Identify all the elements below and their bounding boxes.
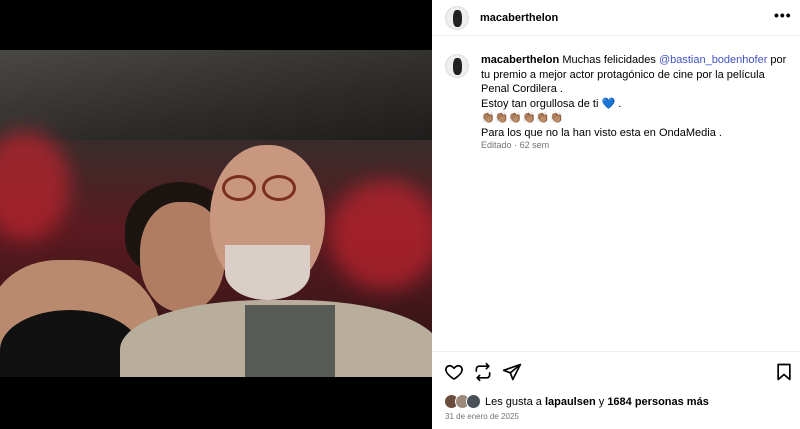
post-date[interactable]: 31 de enero de 2025 xyxy=(445,412,519,421)
photo-glasses xyxy=(262,175,296,201)
bookmark-icon[interactable] xyxy=(774,362,794,382)
heart-icon[interactable] xyxy=(444,362,464,382)
caption-username[interactable]: macaberthelon xyxy=(481,54,559,66)
post-header: macaberthelon ••• xyxy=(432,0,800,36)
likes-prefix: Les gusta a xyxy=(485,396,542,408)
likes-count[interactable]: 1684 personas más xyxy=(607,396,709,408)
avatar[interactable] xyxy=(445,6,469,30)
divider xyxy=(432,351,800,352)
liker-avatars[interactable] xyxy=(444,394,482,410)
comment-meta: Editado · 62 sem xyxy=(481,140,549,150)
caption-mention[interactable]: @bastian_bodenhofer xyxy=(659,54,767,66)
photo-glasses xyxy=(222,175,256,201)
photo-light xyxy=(0,130,70,240)
liker-username[interactable]: lapaulsen xyxy=(545,396,596,408)
photo-light xyxy=(330,180,432,290)
header-username[interactable]: macaberthelon xyxy=(480,12,558,24)
caption: macaberthelon Muchas felicidades @bastia… xyxy=(481,53,789,140)
caption-text: Muchas felicidades xyxy=(562,54,656,66)
caption-line: . xyxy=(618,97,622,110)
caption-line: Para los que no la han visto esta en Ond… xyxy=(481,126,722,139)
likes-summary: Les gusta a lapaulsen y 1684 personas má… xyxy=(444,394,709,410)
post-media[interactable] xyxy=(0,0,432,429)
post-photo[interactable] xyxy=(0,50,432,377)
comment-time[interactable]: 62 sem xyxy=(520,140,550,150)
comment-avatar[interactable] xyxy=(445,54,469,78)
repost-icon[interactable] xyxy=(473,362,493,382)
clapping-emoji-line: 👏🏽👏🏽👏🏽👏🏽👏🏽👏🏽 xyxy=(481,112,564,124)
photo-person xyxy=(245,305,335,377)
more-options-icon[interactable]: ••• xyxy=(774,8,791,24)
photo-person xyxy=(225,245,310,300)
edited-label: Editado xyxy=(481,140,512,150)
likes-connector: y xyxy=(598,396,605,408)
photo-ceiling xyxy=(0,50,432,140)
blue-heart-emoji: 💙 xyxy=(601,97,616,110)
meta-separator: · xyxy=(514,140,518,150)
send-icon[interactable] xyxy=(502,362,522,382)
caption-line: Estoy tan orgullosa de ti xyxy=(481,97,599,110)
liker-avatar xyxy=(466,394,481,409)
